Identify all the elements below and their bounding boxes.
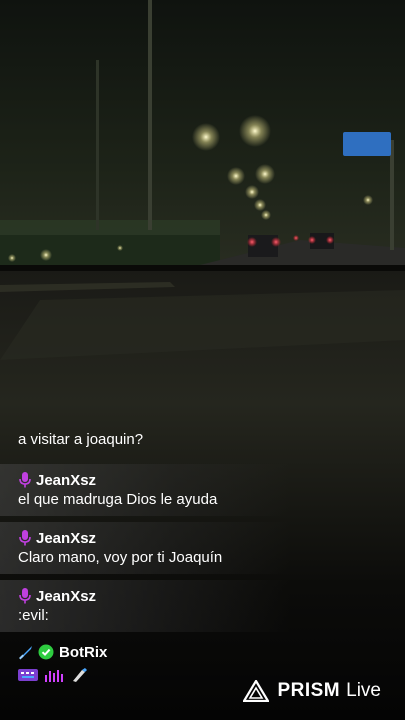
chat-message: a visitar a joaquin? — [0, 424, 290, 456]
verified-icon — [38, 644, 54, 660]
chat-message-text: Claro mano, voy por ti Joaquín — [18, 549, 223, 566]
prism-live-logo: PRISM Live — [243, 680, 381, 702]
microphone-icon — [19, 530, 31, 546]
chat-message: JeanXsz :evil: — [0, 580, 290, 632]
brand-suffix: Live — [346, 680, 381, 701]
keyboard-badge-icon — [18, 669, 38, 681]
equalizer-badge-icon — [45, 670, 63, 682]
brush-badge-icon — [73, 668, 87, 682]
sword-icon — [19, 646, 32, 660]
chat-message: JeanXsz Claro mano, voy por ti Joaquín — [0, 522, 290, 574]
chat-user: JeanXsz — [18, 528, 290, 548]
chat-message-text: el que madruga Dios le ayuda — [18, 491, 218, 508]
chat-message: JeanXsz el que madruga Dios le ayuda — [0, 464, 290, 516]
chat-username: BotRix — [59, 643, 108, 661]
brand-name: PRISM — [277, 680, 341, 701]
chat-user: JeanXsz — [18, 470, 290, 490]
chat-message-text: :evil: — [18, 607, 49, 624]
microphone-icon — [19, 472, 31, 488]
chat-message-text: a visitar a joaquin? — [18, 431, 144, 448]
prism-logo-icon — [243, 680, 270, 702]
chat-user: BotRix — [18, 642, 290, 662]
chat-overlay: a visitar a joaquin? JeanXsz el que madr… — [0, 420, 405, 720]
chat-username: JeanXsz — [36, 529, 97, 547]
chat-username: JeanXsz — [36, 587, 97, 605]
chat-username: JeanXsz — [36, 471, 97, 489]
chat-user: JeanXsz — [18, 586, 290, 606]
microphone-icon — [19, 588, 31, 604]
